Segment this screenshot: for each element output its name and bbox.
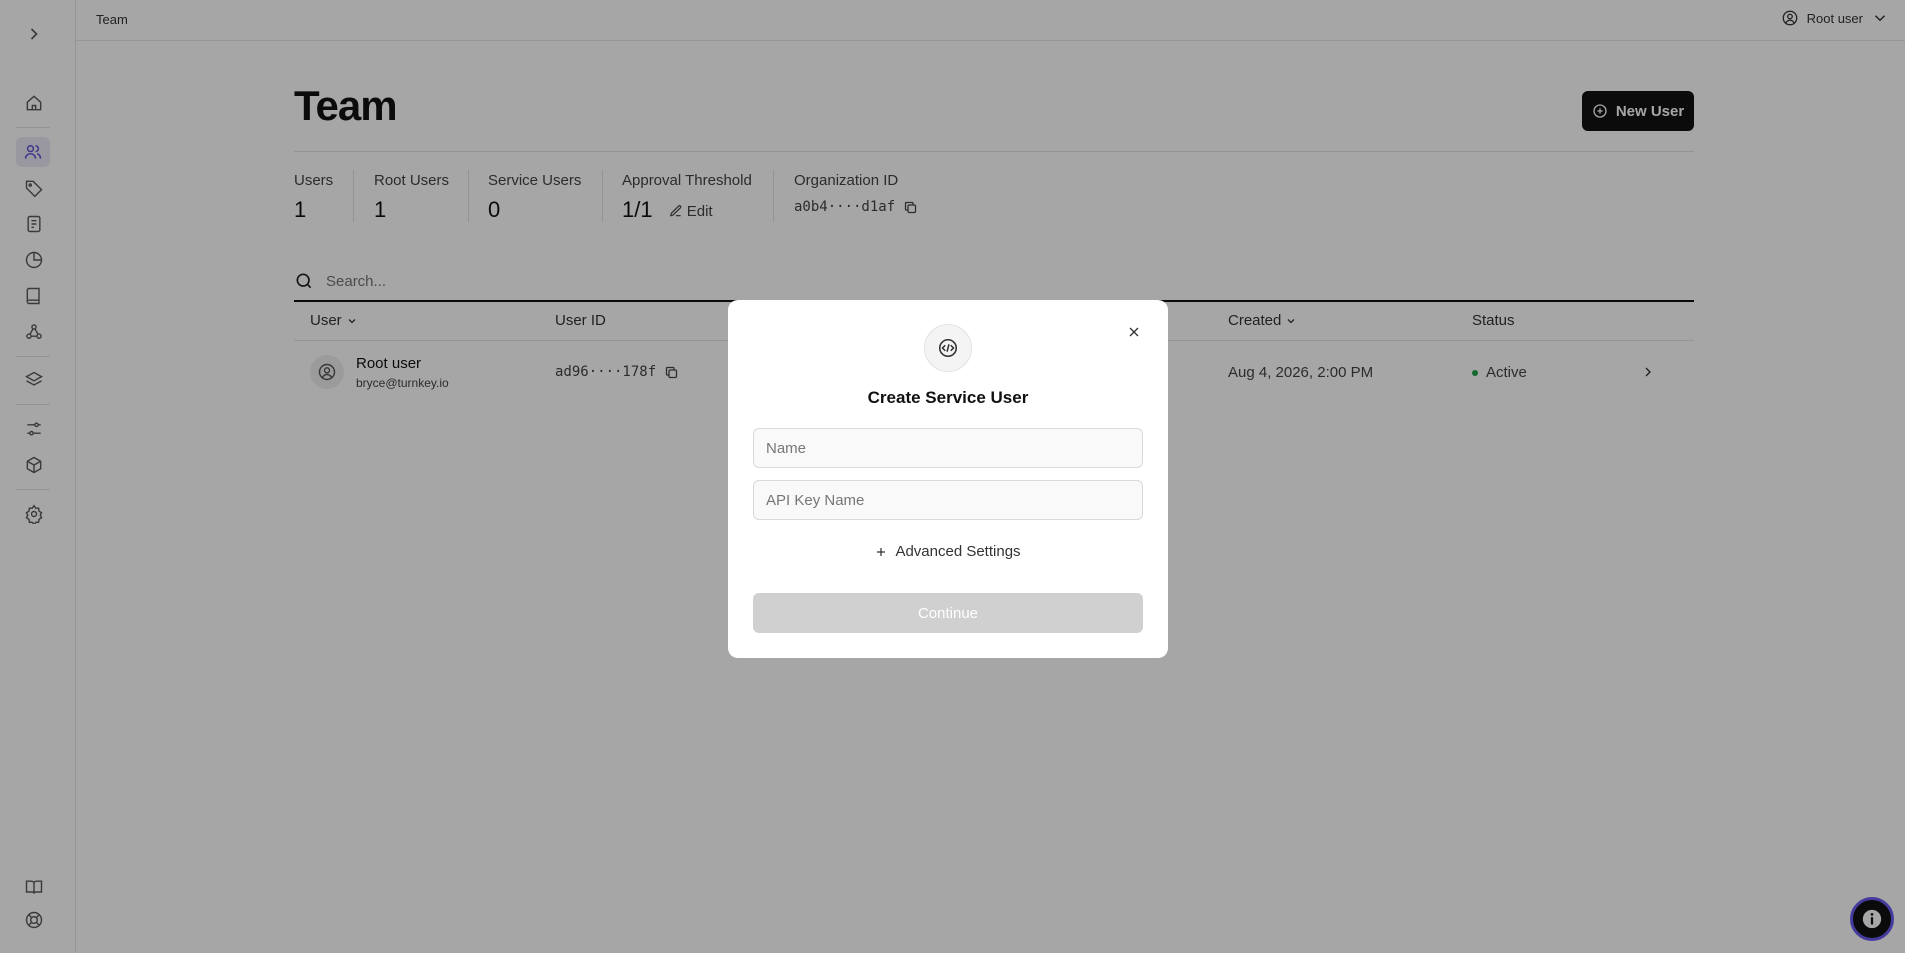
- api-key-name-input[interactable]: [753, 480, 1143, 520]
- close-icon[interactable]: [1124, 322, 1144, 342]
- advanced-settings-label: Advanced Settings: [895, 543, 1021, 560]
- plus-icon: [875, 546, 887, 558]
- continue-button[interactable]: Continue: [753, 593, 1143, 633]
- create-service-user-dialog: Create Service User Advanced Settings Co…: [728, 300, 1168, 658]
- dialog-title: Create Service User: [867, 388, 1029, 407]
- code-icon: [924, 324, 972, 372]
- name-input[interactable]: [753, 428, 1143, 468]
- advanced-settings-toggle[interactable]: Advanced Settings: [728, 543, 1168, 560]
